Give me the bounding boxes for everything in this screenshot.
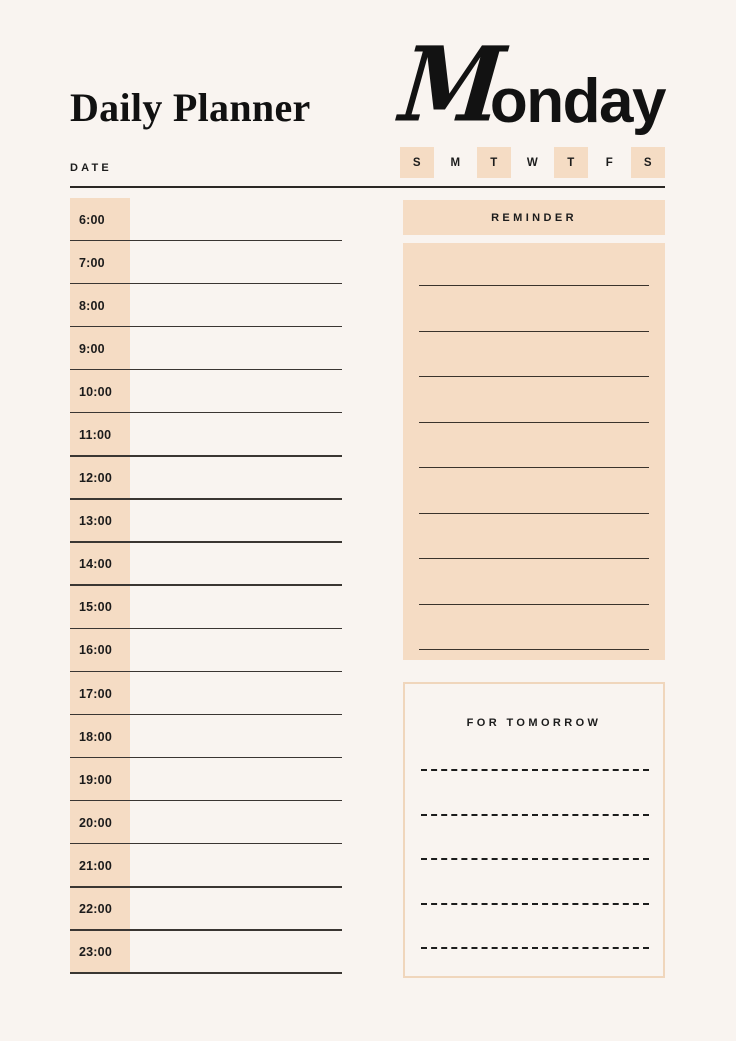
- schedule-time-label: 11:00: [70, 413, 130, 457]
- reminder-line: [419, 558, 649, 560]
- weekday-chip-friday[interactable]: F: [593, 147, 627, 178]
- weekday-chip-thursday[interactable]: T: [554, 147, 588, 178]
- page-title: Daily Planner: [70, 85, 311, 130]
- schedule-time-label: 14:00: [70, 542, 130, 586]
- schedule-time-label: 18:00: [70, 715, 130, 759]
- schedule-time-label: 22:00: [70, 887, 130, 931]
- date-underline: [70, 186, 665, 188]
- for-tomorrow-line: [421, 858, 649, 860]
- page-header: Daily Planner Monday DATE SMTWTFS: [0, 0, 736, 190]
- reminder-line: [419, 512, 649, 514]
- schedule-row[interactable]: 18:00: [70, 715, 342, 759]
- weekday-selector[interactable]: SMTWTFS: [400, 147, 665, 178]
- schedule-row[interactable]: 16:00: [70, 628, 342, 673]
- schedule-time-label: 23:00: [70, 930, 130, 974]
- schedule-writing-line: [70, 972, 342, 974]
- schedule-row[interactable]: 11:00: [70, 413, 342, 457]
- schedule-row[interactable]: 7:00: [70, 241, 342, 285]
- schedule-time-label: 20:00: [70, 801, 130, 845]
- schedule-row[interactable]: 23:00: [70, 930, 342, 974]
- schedule-row[interactable]: 15:00: [70, 585, 342, 629]
- reminder-line: [419, 285, 649, 287]
- reminder-line: [419, 330, 649, 332]
- schedule-row[interactable]: 8:00: [70, 284, 342, 328]
- schedule-time-label: 21:00: [70, 844, 130, 888]
- weekday-chip-sunday[interactable]: S: [400, 147, 434, 178]
- schedule-row[interactable]: 13:00: [70, 499, 342, 543]
- schedule-time-label: 15:00: [70, 585, 130, 629]
- reminder-line: [419, 649, 649, 651]
- day-name-heading: Monday: [395, 24, 666, 145]
- schedule-time-label: 19:00: [70, 758, 130, 802]
- weekday-chip-saturday[interactable]: S: [631, 147, 665, 178]
- schedule-time-label: 13:00: [70, 499, 130, 543]
- schedule-row[interactable]: 20:00: [70, 801, 342, 845]
- weekday-chip-wednesday[interactable]: W: [516, 147, 550, 178]
- date-label: DATE: [70, 162, 112, 174]
- reminder-line: [419, 467, 649, 469]
- weekday-chip-monday[interactable]: M: [439, 147, 473, 178]
- reminder-writing-lines: [419, 243, 649, 660]
- schedule-row[interactable]: 14:00: [70, 542, 342, 586]
- reminder-line: [419, 603, 649, 605]
- schedule-time-label: 17:00: [70, 672, 130, 716]
- for-tomorrow-line: [421, 947, 649, 949]
- schedule-row[interactable]: 10:00: [70, 370, 342, 414]
- daily-planner-page: Daily Planner Monday DATE SMTWTFS 6:00 7:…: [0, 0, 736, 1041]
- for-tomorrow-line: [421, 902, 649, 905]
- for-tomorrow-panel[interactable]: FOR TOMORROW: [403, 682, 665, 978]
- reminder-line: [419, 421, 649, 423]
- schedule-time-label: 6:00: [70, 198, 130, 242]
- schedule-list: 6:00 7:00 8:00 9:00 10:00 11:00 12:00 13:00 14:0…: [70, 198, 342, 974]
- schedule-time-label: 16:00: [70, 628, 130, 673]
- weekday-chip-tuesday[interactable]: T: [477, 147, 511, 178]
- day-name-initial: M: [395, 24, 500, 145]
- for-tomorrow-line: [421, 813, 649, 816]
- schedule-row[interactable]: 12:00: [70, 456, 342, 500]
- day-name-rest: onday: [489, 67, 667, 136]
- schedule-row[interactable]: 22:00: [70, 887, 342, 931]
- schedule-time-label: 10:00: [70, 370, 130, 414]
- schedule-row[interactable]: 19:00: [70, 758, 342, 802]
- reminder-section-title: REMINDER: [403, 200, 665, 235]
- schedule-time-label: 7:00: [70, 241, 130, 285]
- for-tomorrow-writing-lines: [421, 684, 649, 976]
- schedule-time-label: 9:00: [70, 327, 130, 371]
- schedule-row[interactable]: 6:00: [70, 198, 342, 242]
- reminder-line: [419, 376, 649, 378]
- reminder-panel[interactable]: [403, 243, 665, 660]
- schedule-row[interactable]: 17:00: [70, 672, 342, 716]
- schedule-row[interactable]: 21:00: [70, 844, 342, 888]
- schedule-time-label: 8:00: [70, 284, 130, 328]
- schedule-row[interactable]: 9:00: [70, 327, 342, 371]
- schedule-time-label: 12:00: [70, 456, 130, 500]
- for-tomorrow-line: [421, 769, 649, 771]
